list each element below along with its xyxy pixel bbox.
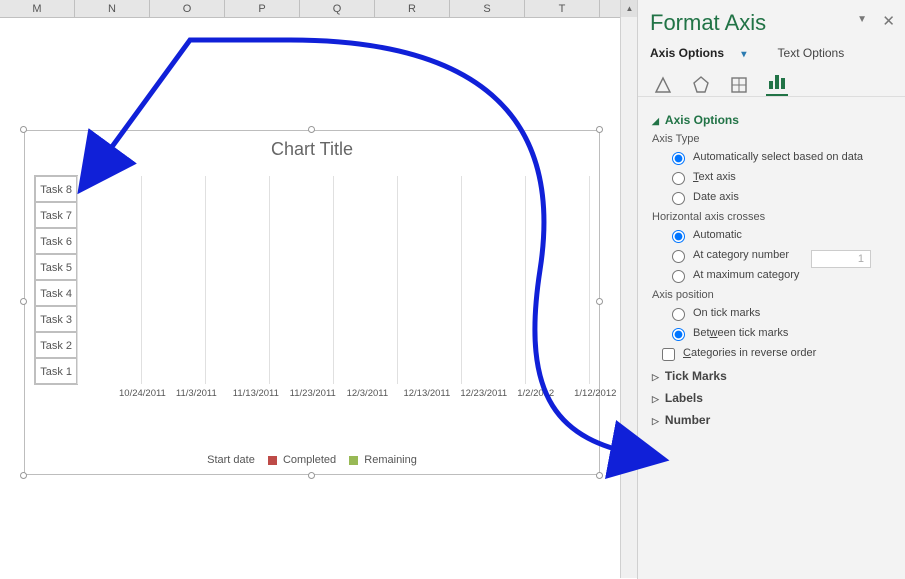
hax-crosses-label: Horizontal axis crosses (652, 211, 891, 223)
chart-bars: 10/24/2011 11/3/2011 11/13/2011 11/23/20… (77, 176, 589, 411)
close-icon[interactable]: ✕ (882, 12, 895, 30)
resize-handle[interactable] (308, 126, 315, 133)
resize-handle[interactable] (596, 472, 603, 479)
resize-handle[interactable] (20, 472, 27, 479)
col-header[interactable]: T (525, 0, 600, 17)
col-header[interactable]: R (375, 0, 450, 17)
radio-date-axis[interactable]: Date axis (672, 191, 891, 205)
axis-tick-label[interactable]: Task 6 (35, 228, 77, 254)
category-axis[interactable]: Task 8 Task 7 Task 6 Task 5 Task 4 Task … (35, 176, 77, 386)
col-header[interactable]: N (75, 0, 150, 17)
column-header-row: M N O P Q R S T (0, 0, 620, 18)
checkbox-input[interactable] (662, 348, 675, 361)
tab-text-options[interactable]: Text Options (778, 46, 845, 60)
chart-object[interactable]: Chart Title Task 8 Task 7 Task 6 Task 5 … (24, 130, 600, 475)
value-axis[interactable]: 10/24/2011 11/3/2011 11/13/2011 11/23/20… (119, 388, 631, 399)
axis-options-icon[interactable] (766, 74, 788, 96)
chart-legend[interactable]: Start date Completed Remaining (25, 454, 599, 466)
axis-tick-label: 11/3/2011 (176, 388, 233, 399)
pane-tabs: Axis Options ▾ Text Options (638, 40, 905, 66)
radio-text-axis[interactable]: Text axis (672, 171, 891, 185)
section-number[interactable]: Number (652, 413, 891, 427)
col-header[interactable]: P (225, 0, 300, 17)
section-tick-marks[interactable]: Tick Marks (652, 369, 891, 383)
axis-tick-label[interactable]: Task 8 (35, 176, 77, 202)
axis-tick-label: 12/3/2011 (347, 388, 404, 399)
radio-hax-at-max[interactable]: At maximum category (672, 269, 891, 283)
axis-tick-label[interactable]: Task 3 (35, 306, 77, 332)
legend-entry[interactable]: Completed (283, 454, 336, 466)
category-number-input[interactable] (811, 250, 871, 268)
radio-input[interactable] (672, 270, 685, 283)
col-header[interactable]: M (0, 0, 75, 17)
radio-input[interactable] (672, 152, 685, 165)
vertical-scrollbar[interactable]: ▲ (620, 0, 637, 578)
scroll-up-arrow-icon[interactable]: ▲ (621, 0, 638, 17)
radio-input[interactable] (672, 172, 685, 185)
axis-tick-label: 10/24/2011 (119, 388, 176, 399)
radio-input[interactable] (672, 192, 685, 205)
effects-icon[interactable] (690, 74, 712, 96)
axis-tick-label: 1/2/2012 (517, 388, 574, 399)
format-axis-pane: Format Axis ▼ ✕ Axis Options ▾ Text Opti… (637, 0, 905, 579)
col-header[interactable]: Q (300, 0, 375, 17)
resize-handle[interactable] (308, 472, 315, 479)
resize-handle[interactable] (596, 298, 603, 305)
radio-input[interactable] (672, 308, 685, 321)
radio-input[interactable] (672, 250, 685, 263)
legend-entry[interactable]: Start date (207, 454, 255, 466)
plot-area[interactable]: Task 8 Task 7 Task 6 Task 5 Task 4 Task … (35, 176, 590, 411)
pane-options-icon[interactable]: ▼ (857, 14, 867, 25)
resize-handle[interactable] (20, 126, 27, 133)
chevron-down-icon[interactable]: ▾ (741, 49, 746, 60)
radio-input[interactable] (672, 328, 685, 341)
col-header[interactable]: S (450, 0, 525, 17)
size-properties-icon[interactable] (728, 74, 750, 96)
axis-tick-label: 11/23/2011 (290, 388, 347, 399)
axis-tick-label[interactable]: Task 5 (35, 254, 77, 280)
axis-position-label: Axis position (652, 289, 891, 301)
pane-body: Axis Options Axis Type Automatically sel… (638, 97, 905, 557)
radio-between-tick-marks[interactable]: Between tick marks (672, 327, 891, 341)
pane-icon-tabs (638, 66, 905, 97)
axis-tick-label[interactable]: Task 1 (35, 358, 77, 384)
legend-swatch-icon (268, 456, 277, 465)
section-labels[interactable]: Labels (652, 391, 891, 405)
radio-input[interactable] (672, 230, 685, 243)
axis-tick-label[interactable]: Task 7 (35, 202, 77, 228)
chart-title[interactable]: Chart Title (25, 139, 599, 160)
tab-axis-options[interactable]: Axis Options ▾ (650, 46, 760, 60)
radio-on-tick-marks[interactable]: On tick marks (672, 307, 891, 321)
axis-tick-label[interactable]: Task 4 (35, 280, 77, 306)
axis-tick-label: 11/13/2011 (233, 388, 290, 399)
resize-handle[interactable] (20, 298, 27, 305)
axis-tick-label: 12/13/2011 (403, 388, 460, 399)
radio-hax-automatic[interactable]: Automatic (672, 229, 891, 243)
gridlines (77, 176, 589, 384)
checkbox-reverse-order[interactable]: Categories in reverse order (662, 347, 891, 361)
axis-tick-label: 12/23/2011 (460, 388, 517, 399)
fill-line-icon[interactable] (652, 74, 674, 96)
radio-auto-select[interactable]: Automatically select based on data (672, 151, 891, 165)
axis-tick-label[interactable]: Task 2 (35, 332, 77, 358)
resize-handle[interactable] (596, 126, 603, 133)
col-header[interactable]: O (150, 0, 225, 17)
radio-hax-at-category[interactable]: At category number (672, 249, 891, 263)
legend-swatch-icon (349, 456, 358, 465)
section-axis-options[interactable]: Axis Options (652, 113, 891, 127)
legend-entry[interactable]: Remaining (364, 454, 417, 466)
axis-type-label: Axis Type (652, 133, 891, 145)
axis-tick-label: 1/12/2012 (574, 388, 631, 399)
